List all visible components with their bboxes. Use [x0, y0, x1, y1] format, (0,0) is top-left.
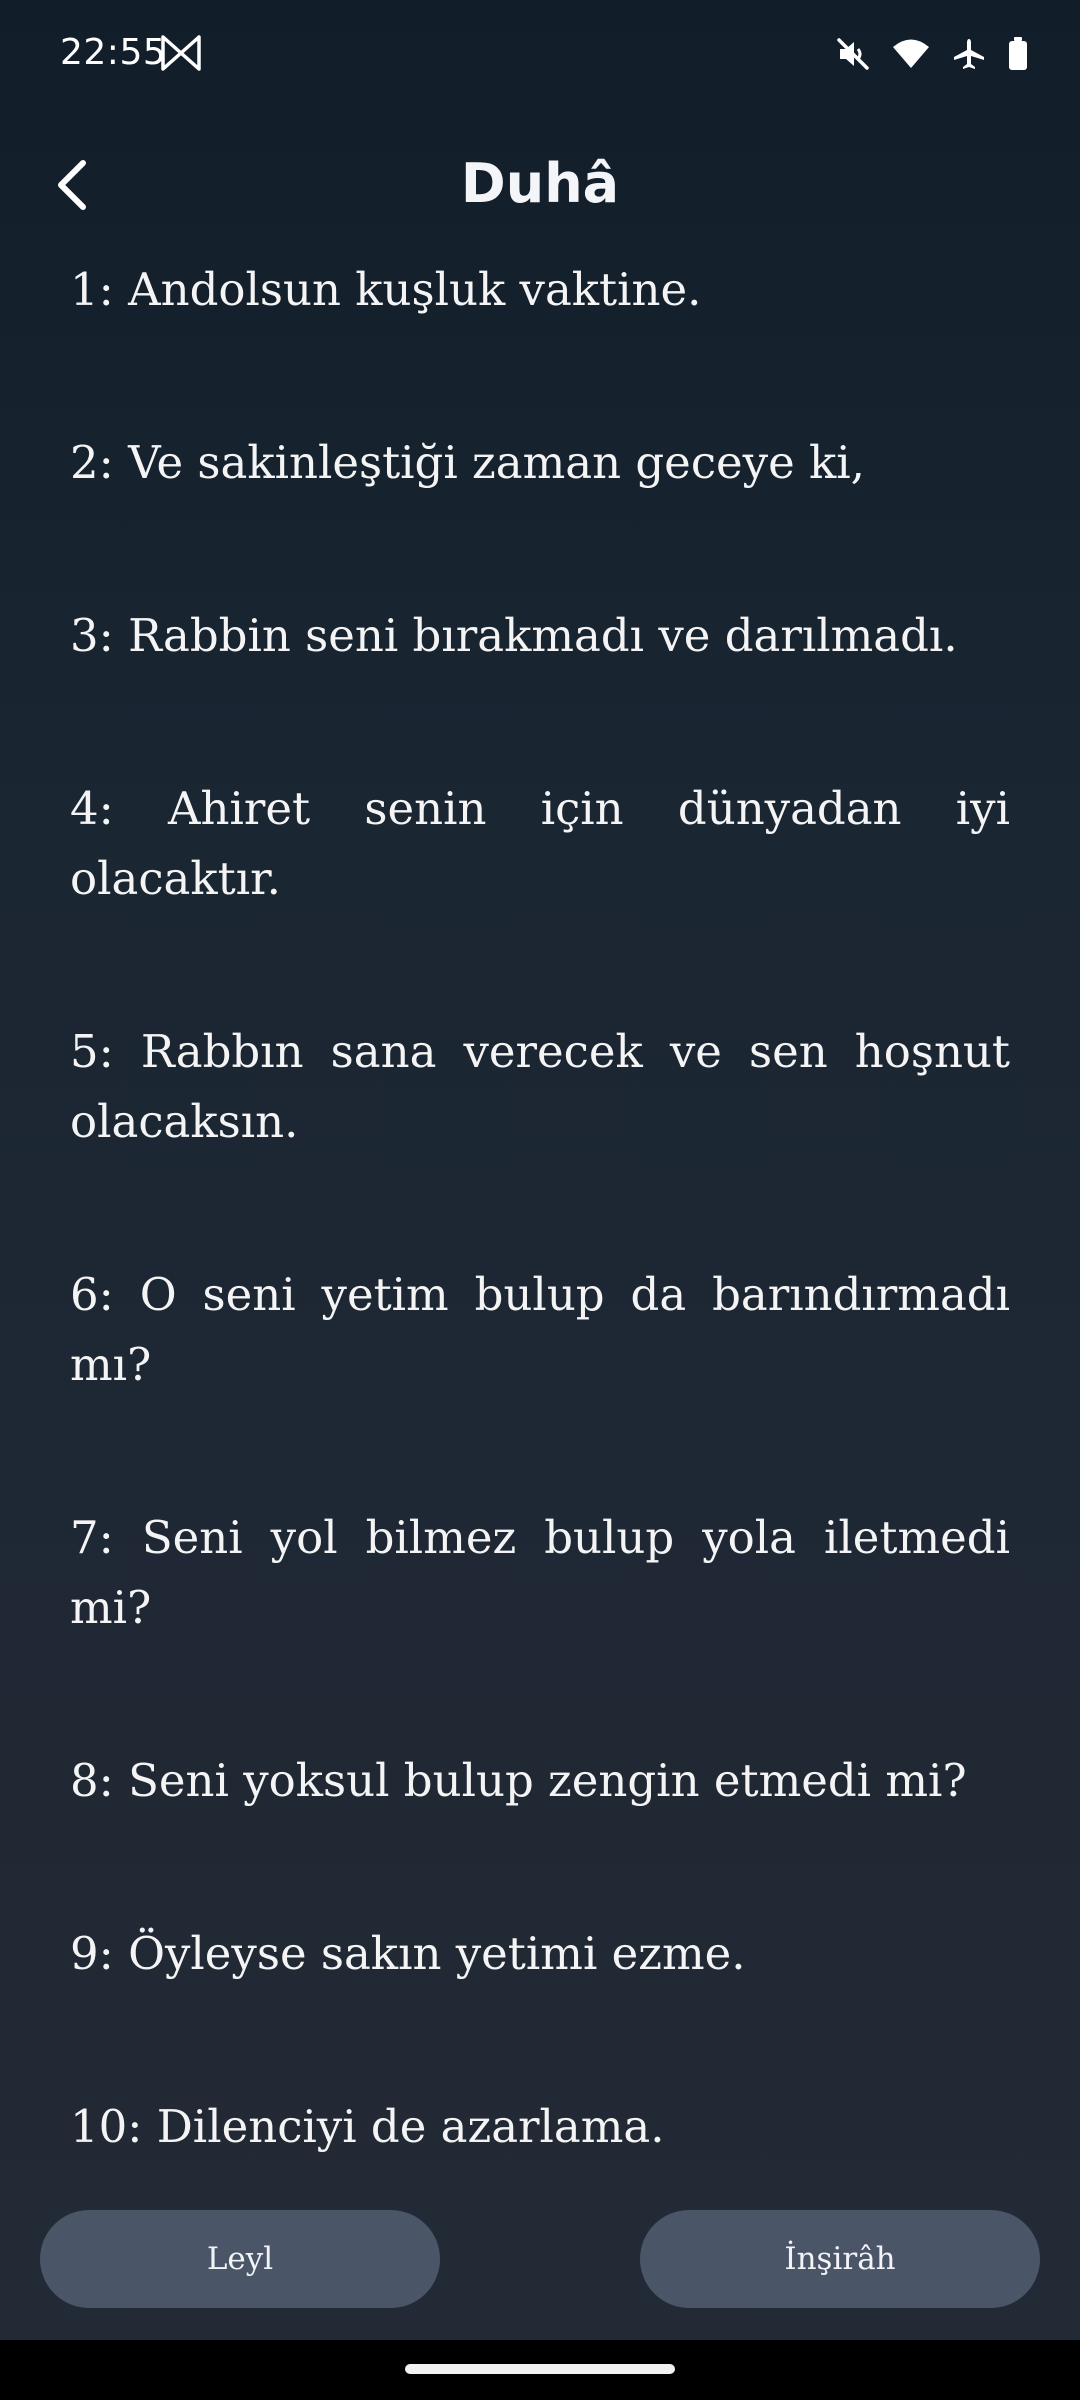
- verse-5: 5: Rabbın sana verecek ve sen hoşnut ola…: [70, 1025, 1010, 1148]
- verse-10: 10: Dilenciyi de azarlama.: [70, 2100, 665, 2153]
- verse-9: 9: Öyleyse sakın yetimi ezme.: [70, 1927, 746, 1980]
- page-title: Duhâ: [460, 152, 620, 215]
- airplane-icon: [952, 37, 986, 71]
- previous-surah-button[interactable]: Leyl: [40, 2210, 440, 2308]
- battery-icon: [1008, 37, 1028, 71]
- verse-4: 4: Ahiret senin için dünyadan iyi olacak…: [70, 782, 1010, 905]
- status-icons: [836, 34, 1028, 74]
- verse-2: 2: Ve sakinleştiği zaman geceye ki,: [70, 436, 865, 489]
- mute-icon: [836, 37, 870, 71]
- status-time: 22:55: [60, 32, 167, 73]
- verse-1: 1: Andolsun kuşluk vaktine.: [70, 263, 702, 316]
- verse-6: 6: O seni yetim bulup da barındırmadı mı…: [70, 1268, 1010, 1391]
- notification-icon: [160, 34, 202, 72]
- verse-7: 7: Seni yol bilmez bulup yola iletmedi m…: [70, 1511, 1010, 1634]
- app-header: Duhâ: [0, 130, 1080, 240]
- home-indicator[interactable]: [405, 2364, 675, 2374]
- verse-8: 8: Seni yoksul bulup zengin etmedi mi?: [70, 1754, 967, 1807]
- next-surah-button[interactable]: İnşirâh: [640, 2210, 1040, 2308]
- verse-list: 1: Andolsun kuşluk vaktine. 2: Ve sakinl…: [70, 255, 1010, 2265]
- status-bar: 22:55: [0, 0, 1080, 110]
- wifi-icon: [892, 38, 930, 70]
- system-navigation-bar: [0, 2340, 1080, 2400]
- verse-3: 3: Rabbin seni bırakmadı ve darılmadı.: [70, 609, 958, 662]
